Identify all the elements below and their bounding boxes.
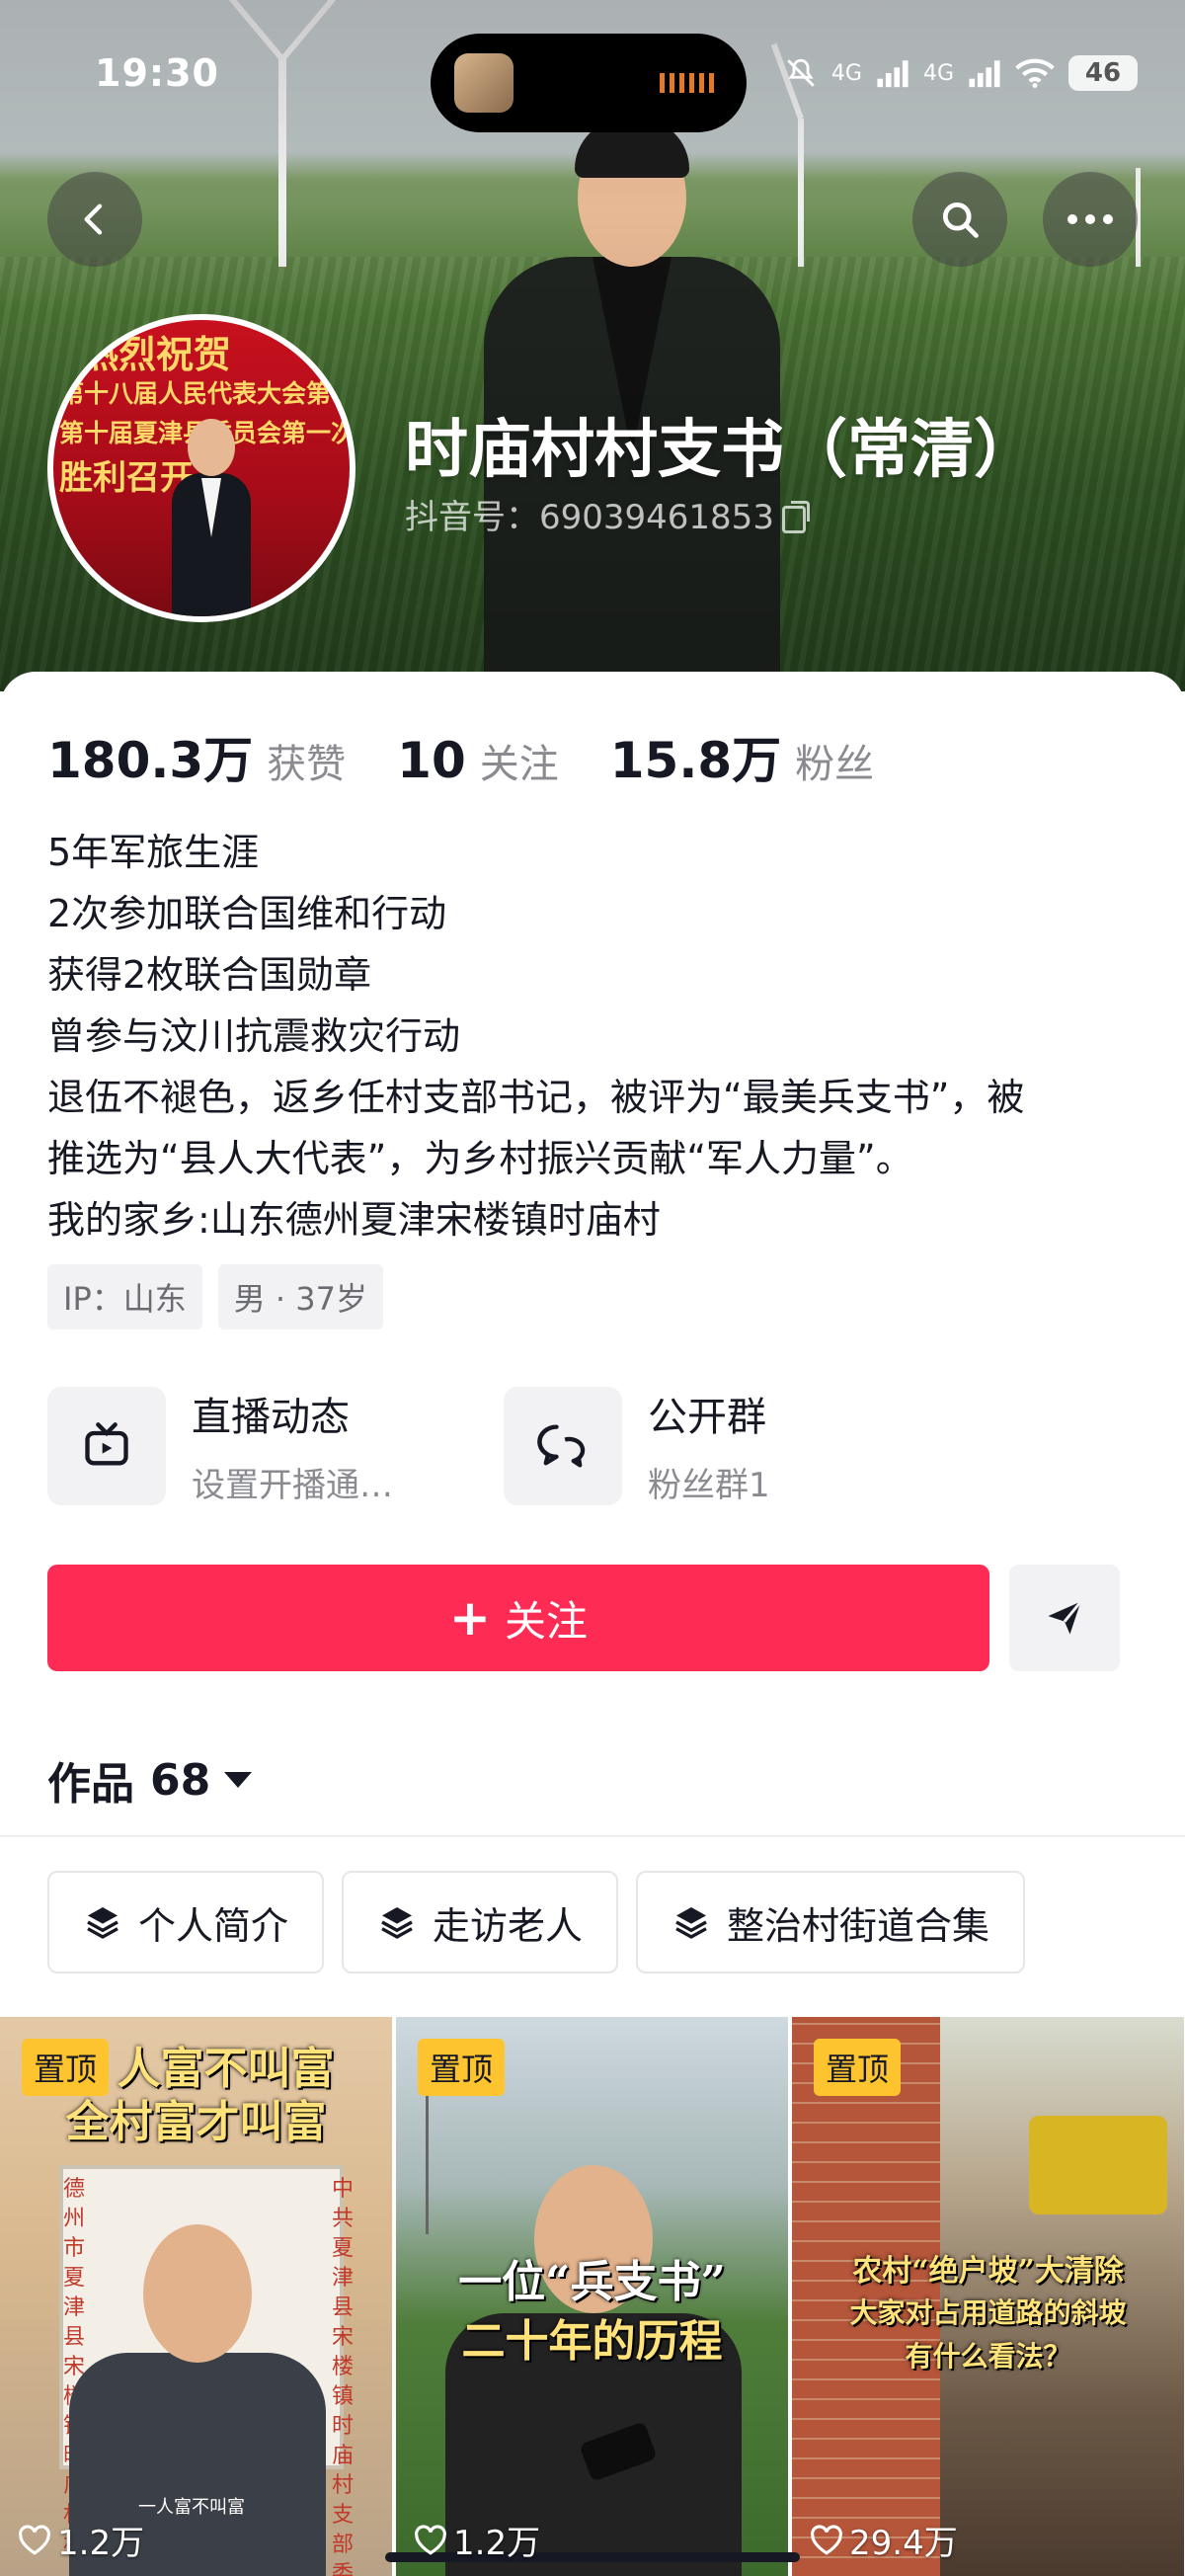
bio-line: 2次参加联合国维和行动 xyxy=(47,892,447,935)
search-icon xyxy=(942,201,979,238)
caret-down-icon xyxy=(224,1772,253,1788)
video-person-head xyxy=(143,2224,252,2363)
system-icons: 4G 4G 46 xyxy=(784,55,1138,91)
collection-chips: 个人简介 走访老人 整治村街道合集 xyxy=(47,1871,1026,1973)
send-message-button[interactable] xyxy=(1009,1565,1120,1671)
video-grid: 置顶 人富不叫富 全村富才叫富 德州市夏津县宋楼镇时庙村村 中共夏津县宋楼镇时庙… xyxy=(0,2017,1185,2576)
network-label: 4G xyxy=(922,60,954,86)
follow-button[interactable]: + 关注 xyxy=(47,1565,989,1671)
network-label: 4G xyxy=(830,60,862,86)
video-likes-count: 1.2万 xyxy=(57,2524,145,2563)
profile-bio: 5年军旅生涯 2次参加联合国维和行动 获得2枚联合国勋章 曾参与汶川抗震救灾行动… xyxy=(47,822,1144,1250)
audio-wave-icon xyxy=(660,73,719,93)
now-playing-artwork xyxy=(454,53,514,113)
plus-icon: + xyxy=(449,1589,491,1647)
sign-text: 中共夏津县宋楼镇时庙村支部委员会 xyxy=(332,2177,355,2576)
works-label: 作品 xyxy=(47,1759,134,1810)
status-time: 19:30 xyxy=(95,51,219,95)
collection-chip[interactable]: 整治村街道合集 xyxy=(636,1871,1026,1973)
video-thumbnail[interactable]: 置顶 一位“兵支书” 二十年的历程 1.2万 xyxy=(396,2017,788,2576)
collection-chip[interactable]: 个人简介 xyxy=(47,1871,325,1973)
wifi-icon xyxy=(1015,58,1055,88)
dynamic-island xyxy=(431,34,747,132)
power-tower xyxy=(426,2096,429,2234)
following-count[interactable]: 10 xyxy=(397,732,466,789)
collection-label: 个人简介 xyxy=(138,1903,289,1948)
profile-name: 时庙村村支书（常清） xyxy=(405,414,1037,487)
public-group-entry[interactable]: 公开群 粉丝群1 xyxy=(504,1385,770,1506)
profile-avatar[interactable]: 热烈祝贺 第十八届人民代表大会第一次会议 第十届夏津县委员会第一次会议 胜利召开 xyxy=(47,314,356,622)
back-button[interactable] xyxy=(47,172,142,267)
live-updates-entry[interactable]: 直播动态 设置开播通… xyxy=(47,1385,393,1506)
signal-icon xyxy=(877,60,908,88)
works-tab[interactable]: 作品 68 xyxy=(47,1748,253,1811)
follow-button-label: 关注 xyxy=(504,1596,588,1646)
bio-line: 曾参与汶川抗震救灾行动 xyxy=(47,1014,461,1058)
bio-line: 我的家乡:山东德州夏津宋楼镇时庙村 xyxy=(47,1198,661,1242)
video-likes: 1.2万 xyxy=(414,2516,540,2564)
likes-count: 180.3万 xyxy=(47,732,254,789)
video-likes-count: 1.2万 xyxy=(453,2524,541,2563)
profile-stats: 180.3万 获赞 10 关注 15.8万 粉丝 xyxy=(47,721,925,792)
ip-location-tag: IP：山东 xyxy=(47,1264,202,1329)
pinned-badge: 置顶 xyxy=(814,2039,902,2096)
video-thumbnail[interactable]: 置顶 人富不叫富 全村富才叫富 德州市夏津县宋楼镇时庙村村 中共夏津县宋楼镇时庙… xyxy=(0,2017,392,2576)
pinned-badge: 置顶 xyxy=(22,2039,110,2096)
works-count: 68 xyxy=(150,1754,211,1806)
collection-label: 整治村街道合集 xyxy=(727,1903,990,1948)
chevron-left-icon xyxy=(84,203,103,235)
bio-line: 退伍不褪色，返乡任村支部书记，被评为“最美兵支书”，被 xyxy=(47,1076,1025,1119)
layers-icon xyxy=(381,1907,413,1939)
heart-icon xyxy=(415,2524,446,2555)
live-updates-title: 直播动态 xyxy=(192,1395,350,1440)
video-caption: 一人富不叫富 xyxy=(138,2497,245,2518)
video-thumbnail[interactable]: 置顶 农村“绝户坡”大清除 大家对占用道路的斜坡 有什么看法？ 29.4万 xyxy=(792,2017,1184,2576)
public-group-subtitle: 粉丝群1 xyxy=(648,1466,770,1505)
video-likes: 1.2万 xyxy=(18,2516,144,2564)
heart-icon xyxy=(19,2524,50,2555)
chat-bubbles-icon xyxy=(504,1386,622,1505)
layers-icon xyxy=(675,1907,707,1939)
section-divider xyxy=(0,1835,1185,1837)
public-group-title: 公开群 xyxy=(648,1395,766,1440)
battery-indicator: 46 xyxy=(1068,55,1138,91)
collection-label: 走访老人 xyxy=(433,1903,584,1948)
heart-icon xyxy=(811,2524,842,2555)
profile-card: 180.3万 获赞 10 关注 15.8万 粉丝 5年军旅生涯 2次参加联合国维… xyxy=(0,672,1185,2576)
avatar-banner-line: 第十八届人民代表大会第一次会议 xyxy=(59,379,356,408)
bio-line: 获得2枚联合国勋章 xyxy=(47,953,372,997)
video-overlay-text: 农村“绝户坡”大清除 xyxy=(852,2254,1124,2289)
video-overlay-text: 一位“兵支书” xyxy=(458,2257,726,2307)
gender-age-tag: 男 · 37岁 xyxy=(217,1264,383,1329)
more-button[interactable] xyxy=(1043,172,1138,267)
followers-count[interactable]: 15.8万 xyxy=(610,721,781,792)
send-icon xyxy=(1048,1600,1082,1635)
video-overlay-text: 二十年的历程 xyxy=(461,2316,723,2367)
douyin-id[interactable]: 抖音号：69039461853 xyxy=(405,490,810,538)
search-button[interactable] xyxy=(912,172,1007,267)
bio-line: 推选为“县人大代表”，为乡村振兴贡献“军人力量”。 xyxy=(47,1137,913,1180)
bio-line: 5年军旅生涯 xyxy=(47,831,260,874)
following-label[interactable]: 关注 xyxy=(480,732,559,789)
pinned-badge: 置顶 xyxy=(418,2039,506,2096)
avatar-banner-line: 热烈祝贺 xyxy=(81,332,232,376)
layers-icon xyxy=(87,1907,118,1939)
video-overlay-text: 大家对占用道路的斜坡 xyxy=(849,2296,1127,2329)
douyin-id-text: 抖音号：69039461853 xyxy=(405,498,774,537)
profile-tags: IP：山东 男 · 37岁 xyxy=(47,1264,383,1329)
avatar-person xyxy=(172,419,251,616)
followers-label[interactable]: 粉丝 xyxy=(795,732,874,789)
video-likes-count: 29.4万 xyxy=(849,2524,958,2563)
excavator xyxy=(1029,2116,1167,2214)
mute-icon xyxy=(787,58,815,87)
tv-icon xyxy=(47,1386,166,1505)
video-likes: 29.4万 xyxy=(810,2516,958,2564)
more-dots-icon xyxy=(1067,214,1113,224)
video-overlay-text: 有什么看法？ xyxy=(905,2340,1071,2373)
collection-chip[interactable]: 走访老人 xyxy=(342,1871,619,1973)
copy-icon[interactable] xyxy=(781,500,810,533)
live-updates-subtitle: 设置开播通… xyxy=(192,1466,393,1505)
likes-label: 获赞 xyxy=(267,742,347,787)
signal-icon xyxy=(969,60,1000,88)
